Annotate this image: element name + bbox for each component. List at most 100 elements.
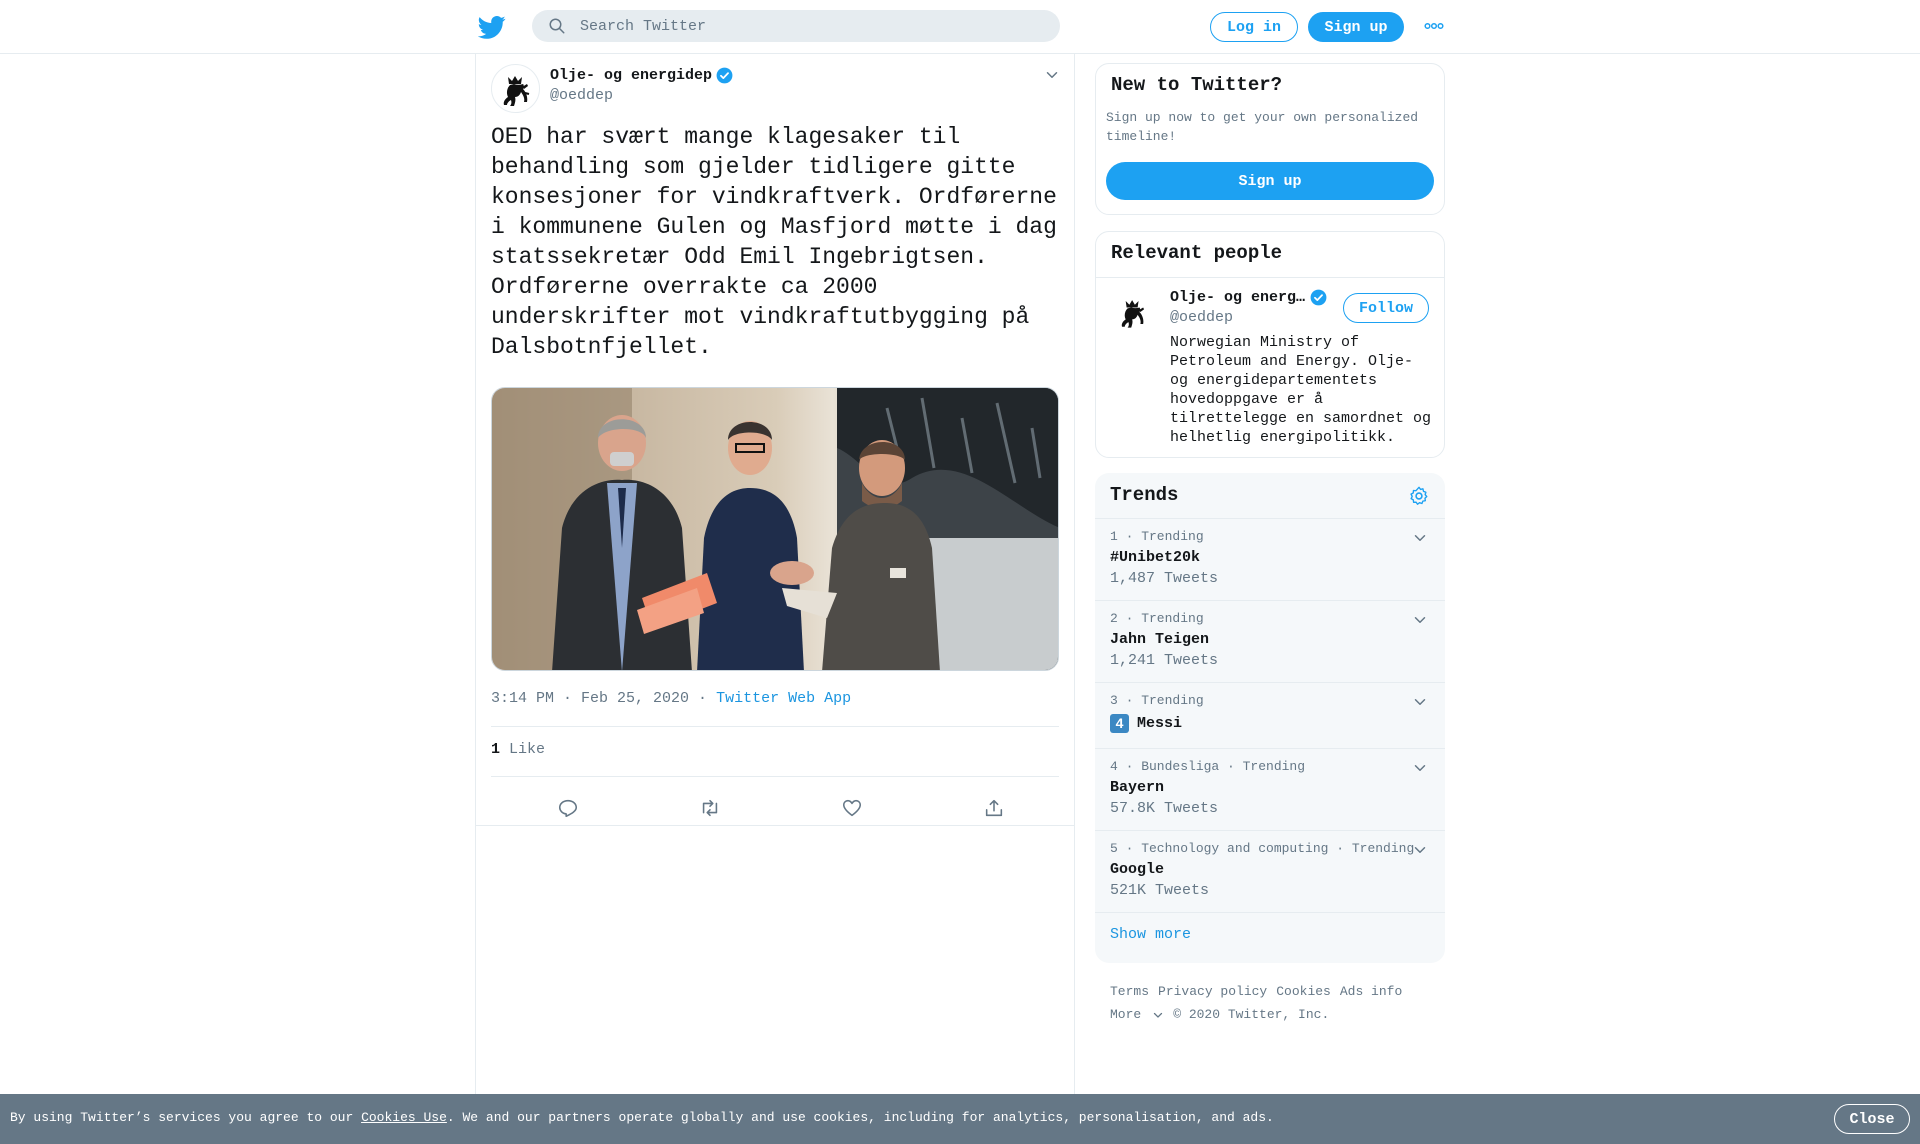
trend-count: 57.8K Tweets	[1110, 800, 1219, 817]
coat-of-arms-lion-icon	[503, 76, 530, 106]
trend-name-text: Messi	[1137, 715, 1183, 732]
share-icon	[985, 799, 1003, 817]
keycap-four-icon: 4	[1110, 714, 1129, 733]
tweet-actions	[491, 788, 1059, 828]
footer-link-cookies[interactable]: Cookies	[1276, 984, 1331, 999]
more-options-icon[interactable]	[1424, 20, 1444, 32]
footer-link-ads-info[interactable]: Ads info	[1340, 984, 1402, 999]
search-box[interactable]	[532, 10, 1060, 42]
trend-name-text: Bayern	[1110, 779, 1165, 796]
new-to-twitter-title: New to Twitter?	[1111, 74, 1283, 96]
trend-count: 1,487 Tweets	[1110, 570, 1219, 587]
person-name[interactable]: Olje- og energ…	[1170, 288, 1328, 307]
tweet-time[interactable]: 3:14 PM · Feb 25, 2020	[491, 690, 689, 707]
likes-count[interactable]: 1 Like	[491, 741, 545, 758]
footer-links: Terms Privacy policy Cookies Ads info More ©…	[1110, 980, 1440, 1026]
author-avatar[interactable]	[491, 64, 540, 113]
retweet-icon	[702, 799, 718, 817]
chevron-down-icon[interactable]	[1411, 841, 1429, 859]
reply-button[interactable]	[548, 788, 588, 828]
relevant-people-card: Relevant people Olje- og energ… @oeddep …	[1095, 231, 1445, 458]
author-handle[interactable]: @oeddep	[550, 87, 613, 104]
coat-of-arms-lion-icon	[1121, 300, 1145, 328]
trend-name-text: Jahn Teigen	[1110, 631, 1210, 648]
twitter-logo-icon[interactable]	[478, 13, 506, 41]
show-more-link[interactable]: Show more	[1110, 926, 1191, 943]
sign-up-button[interactable]: Sign up	[1308, 12, 1404, 42]
log-in-button[interactable]: Log in	[1210, 12, 1298, 42]
close-cookie-button[interactable]: Close	[1834, 1104, 1910, 1134]
trend-meta: 2 · Trending	[1110, 611, 1204, 626]
top-bar: Log in Sign up	[0, 0, 1920, 54]
cookie-text-after: . We and our partners operate globally a…	[446, 1110, 1274, 1125]
person-name-text[interactable]: Olje- og energ…	[1170, 289, 1305, 306]
trend-name: Jahn Teigen	[1110, 631, 1209, 648]
cookie-banner: By using Twitter’s services you agree to…	[0, 1094, 1920, 1144]
verified-badge-icon	[1310, 289, 1327, 306]
photo-image	[492, 388, 1058, 670]
sign-up-large-button[interactable]: Sign up	[1106, 162, 1434, 200]
trend-name: Bayern	[1110, 779, 1164, 796]
chevron-down-icon[interactable]	[1411, 693, 1429, 711]
tweet-photo[interactable]	[491, 387, 1059, 671]
trend-item[interactable]: 1 · Trending #Unibet20k 1,487 Tweets	[1095, 518, 1445, 600]
trend-meta: 4 · Bundesliga · Trending	[1110, 759, 1306, 774]
cookie-text-before: By using Twitter’s services you agree to…	[10, 1110, 362, 1125]
relevant-people-title: Relevant people	[1111, 242, 1283, 264]
copyright: © 2020 Twitter, Inc.	[1173, 1007, 1330, 1022]
footer-more-label[interactable]: More	[1110, 1003, 1141, 1026]
search-input[interactable]	[580, 17, 1000, 35]
footer-more-link[interactable]: More	[1110, 1003, 1164, 1026]
follow-button[interactable]: Follow	[1343, 293, 1429, 323]
reply-icon	[558, 799, 578, 818]
like-button[interactable]	[832, 788, 872, 828]
trend-item[interactable]: 5 · Technology and computing · Trending …	[1095, 830, 1445, 912]
search-icon	[549, 18, 565, 34]
trend-name-text: #Unibet20k	[1110, 549, 1201, 566]
verified-badge-icon	[716, 67, 733, 84]
person-bio: Norwegian Ministry of Petroleum and Ener…	[1170, 334, 1432, 446]
tweet-source-link[interactable]: Twitter Web App	[716, 690, 851, 707]
chevron-down-icon[interactable]	[1411, 759, 1429, 777]
trend-item[interactable]: 2 · Trending Jahn Teigen 1,241 Tweets	[1095, 600, 1445, 682]
trend-meta: 1 · Trending	[1110, 529, 1204, 544]
trend-name: 4 Messi	[1110, 714, 1182, 733]
trends-title: Trends	[1110, 484, 1179, 506]
divider	[491, 776, 1059, 777]
person-avatar[interactable]	[1111, 290, 1156, 335]
divider	[491, 726, 1059, 727]
tweet-text: OED har svært mange klagesaker til behan…	[491, 124, 1071, 360]
like-count-label: Like	[509, 741, 546, 758]
chevron-down-icon[interactable]	[1411, 529, 1429, 547]
meta-separator: ·	[689, 690, 717, 707]
new-to-twitter-card: New to Twitter? Sign up now to get your …	[1095, 63, 1445, 215]
footer-link-terms[interactable]: Terms	[1110, 984, 1149, 999]
tweet-timestamp: 3:14 PM · Feb 25, 2020 · Twitter Web App	[491, 690, 851, 707]
card-header: Relevant people	[1096, 232, 1444, 278]
author-name[interactable]: Olje- og energidep	[550, 66, 734, 85]
trends-card: Trends 1 · Trending #Unibet20k 1,487 Twe…	[1095, 473, 1445, 963]
trend-name: #Unibet20k	[1110, 549, 1200, 566]
trend-meta: 3 · Trending	[1110, 693, 1204, 708]
person-handle[interactable]: @oeddep	[1170, 309, 1233, 326]
cookie-text: By using Twitter’s services you agree to…	[10, 1110, 1274, 1125]
chevron-down-icon[interactable]	[1043, 66, 1061, 84]
trend-item[interactable]: 3 · Trending 4 Messi	[1095, 682, 1445, 748]
new-to-twitter-description: Sign up now to get your own personalized…	[1106, 110, 1419, 144]
share-button[interactable]	[974, 788, 1014, 828]
chevron-down-icon	[1154, 1012, 1163, 1018]
trend-name: Google	[1110, 861, 1164, 878]
cookies-use-link[interactable]: Cookies Use	[361, 1110, 447, 1125]
retweet-button[interactable]	[690, 788, 730, 828]
main-column: Olje- og energidep @oeddep OED har svært…	[475, 54, 1075, 1094]
trend-count: 521K Tweets	[1110, 882, 1210, 899]
author-name-text[interactable]: Olje- og energidep	[550, 67, 712, 84]
chevron-down-icon[interactable]	[1411, 611, 1429, 629]
footer-link-privacy[interactable]: Privacy policy	[1158, 984, 1267, 999]
trend-count: 1,241 Tweets	[1110, 652, 1219, 669]
heart-icon	[842, 799, 862, 817]
gear-icon[interactable]	[1408, 485, 1430, 507]
like-count-number: 1	[491, 741, 501, 758]
trend-meta: 5 · Technology and computing · Trending	[1110, 841, 1415, 856]
trend-item[interactable]: 4 · Bundesliga · Trending Bayern 57.8K T…	[1095, 748, 1445, 830]
